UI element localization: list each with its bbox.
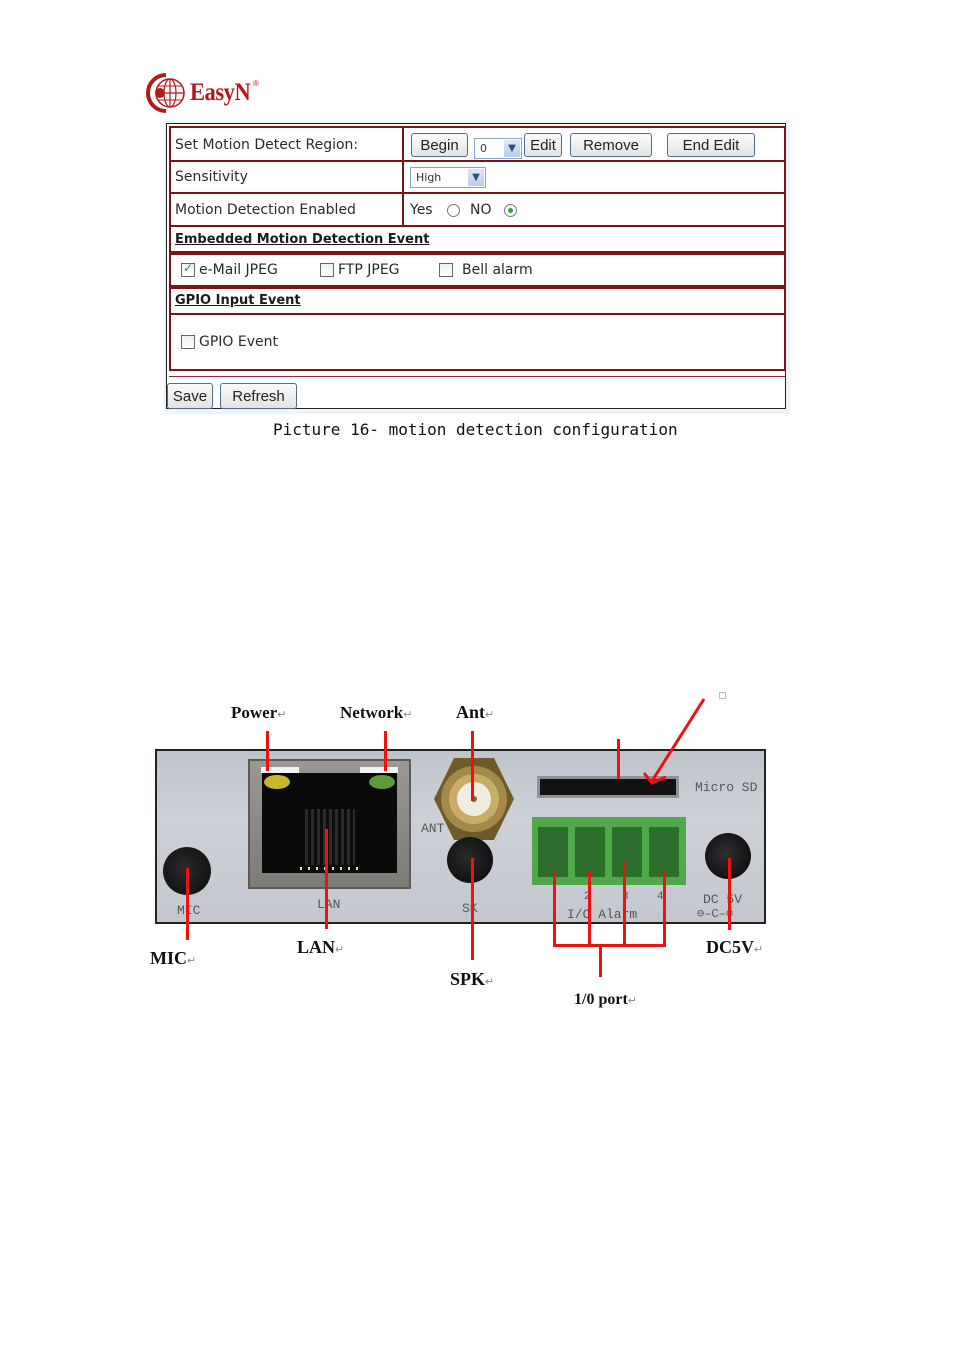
begin-button[interactable]: Begin	[411, 133, 468, 157]
edit-button[interactable]: Edit	[524, 133, 562, 157]
region-select[interactable]: 0 ▼	[474, 138, 522, 159]
network-led	[369, 775, 395, 789]
spk-jack	[447, 837, 493, 883]
callout-power: Power↵	[231, 703, 287, 722]
ftp-jpeg-checkbox[interactable]	[320, 263, 334, 277]
email-jpeg-label: e-Mail JPEG	[199, 262, 278, 278]
config-panel: Set Motion Detect Region: Begin 0 ▼ Edit…	[166, 123, 786, 409]
power-led	[264, 775, 290, 789]
region-select-value: 0	[480, 142, 487, 155]
silk-io-alarm: I/O Alarm	[567, 907, 638, 922]
sensitivity-label: Sensitivity	[175, 169, 248, 185]
lan-callout-line	[325, 829, 328, 929]
save-button[interactable]: Save	[167, 383, 213, 409]
network-callout-line	[384, 731, 387, 771]
no-label: NO	[470, 202, 492, 218]
io-terminal-3	[612, 827, 642, 877]
callout-ant: Ant↵	[456, 702, 495, 722]
callout-lan: LAN↵	[297, 937, 345, 957]
dc-callout-line	[728, 858, 731, 930]
sensitivity-select-value: High	[416, 171, 442, 184]
end-edit-button[interactable]: End Edit	[667, 133, 755, 157]
enabled-label: Motion Detection Enabled	[175, 202, 356, 218]
embedded-section-header: Embedded Motion Detection Event	[169, 225, 786, 253]
ant-callout-line	[471, 731, 474, 801]
easyn-logo: EasyN ®	[146, 73, 259, 113]
silk-ant: ANT	[421, 821, 445, 836]
chevron-down-icon: ▼	[468, 169, 484, 186]
registered-mark: ®	[252, 78, 259, 88]
io3-callout-line	[623, 862, 626, 947]
io1-callout-line	[553, 872, 556, 947]
power-callout-line	[266, 731, 269, 771]
callout-mic: MIC↵	[150, 948, 197, 968]
sd-arrow-icon	[642, 698, 706, 785]
io4-callout-line	[663, 872, 666, 947]
enabled-row: Motion Detection Enabled Yes NO	[169, 192, 786, 227]
bell-alarm-label: Bell alarm	[462, 262, 533, 278]
motion-detection-screenshot: Set Motion Detect Region: Begin 0 ▼ Edit…	[164, 121, 790, 414]
region-row: Set Motion Detect Region: Begin 0 ▼ Edit…	[169, 126, 786, 162]
callout-network: Network↵	[340, 703, 413, 722]
gpio-event-label: GPIO Event	[199, 334, 278, 350]
silk-spk: SK	[462, 901, 478, 916]
io-terminal-4	[649, 827, 679, 877]
refresh-button[interactable]: Refresh	[220, 383, 297, 409]
bell-alarm-checkbox[interactable]	[439, 263, 453, 277]
chevron-down-icon: ▼	[504, 140, 520, 157]
callout-io-port: 1/0 port↵	[574, 991, 637, 1008]
yes-label: Yes	[410, 202, 433, 218]
embedded-section-title: Embedded Motion Detection Event	[175, 232, 430, 247]
embedded-options-row: e-Mail JPEG FTP JPEG Bell alarm	[169, 253, 786, 287]
gpio-section-header: GPIO Input Event	[169, 287, 786, 315]
gpio-event-checkbox[interactable]	[181, 335, 195, 349]
lan-port	[248, 759, 411, 889]
ftp-jpeg-label: FTP JPEG	[338, 262, 400, 278]
yes-radio[interactable]	[447, 204, 460, 217]
lan-contacts	[305, 809, 355, 865]
gpio-options-row: GPIO Event	[169, 313, 786, 371]
sensitivity-row: Sensitivity High ▼	[169, 160, 786, 194]
globe-logo-icon	[146, 73, 185, 113]
remove-button[interactable]: Remove	[570, 133, 652, 157]
io-terminal-2	[575, 827, 605, 877]
callout-dc5v: DC5V↵	[706, 937, 764, 957]
anchor-marker	[719, 692, 726, 699]
silk-lan: LAN	[317, 897, 341, 912]
sensitivity-select[interactable]: High ▼	[410, 167, 486, 188]
io-bracket-line	[553, 944, 666, 947]
silk-dc: DC 5V	[703, 892, 743, 907]
email-jpeg-checkbox[interactable]	[181, 261, 195, 277]
spk-callout-line	[471, 858, 474, 960]
callout-spk: SPK↵	[450, 969, 495, 989]
gpio-section-title: GPIO Input Event	[175, 293, 301, 308]
figure-caption: Picture 16- motion detection configurati…	[273, 420, 678, 439]
sd-callout-line	[617, 739, 620, 779]
region-label: Set Motion Detect Region:	[175, 137, 359, 153]
mic-callout-line	[186, 868, 189, 940]
io-terminal-1	[538, 827, 568, 877]
brand-name: EasyN	[190, 79, 251, 106]
divider	[169, 376, 785, 377]
io2-callout-line	[588, 872, 591, 947]
io-stem-line	[599, 944, 602, 977]
no-radio[interactable]	[504, 204, 517, 217]
